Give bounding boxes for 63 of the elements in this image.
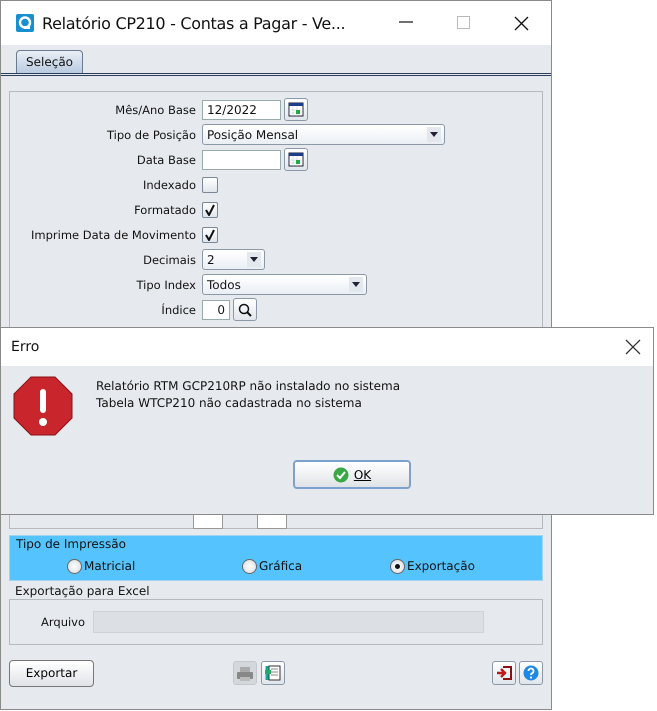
index-field[interactable]: 0: [202, 300, 230, 320]
close-icon: [514, 16, 529, 30]
input-field[interactable]: [193, 515, 223, 529]
app-logo-icon: [16, 14, 34, 32]
dropdown[interactable]: Posição Mensal: [202, 124, 445, 145]
settings-button[interactable]: [261, 661, 285, 685]
caret-icon: [247, 252, 261, 267]
date-field[interactable]: [202, 150, 281, 170]
calendar-button[interactable]: [284, 148, 308, 171]
error-message: Relatório RTM GCP210RP não instalado no sistema: [96, 379, 400, 393]
checkbox[interactable]: [202, 176, 218, 192]
settings-icon: [264, 664, 282, 682]
field-label: Arquivo: [41, 615, 86, 629]
calendar-icon: [288, 102, 304, 117]
tab[interactable]: Seleção: [16, 50, 84, 73]
search-icon: [238, 302, 252, 316]
help-icon: [523, 665, 539, 681]
group-title: Exportação para Excel: [14, 583, 151, 599]
radio-option[interactable]: Gráfica: [242, 558, 302, 574]
exit-icon: [496, 665, 512, 681]
error-icon: [13, 376, 73, 436]
export-button[interactable]: Exportar: [9, 660, 94, 686]
window-title: Relatório CP210 - Contas a Pagar - Ve...: [42, 14, 346, 32]
ok-button[interactable]: OK: [293, 460, 411, 489]
radio-option[interactable]: Matricial: [67, 558, 136, 574]
check-icon: [204, 228, 216, 240]
radio-option[interactable]: Exportação: [390, 558, 475, 574]
field-label: Data Base: [136, 152, 196, 166]
calendar-icon: [288, 152, 304, 167]
field-label: Índice: [160, 302, 196, 316]
checkbox[interactable]: [202, 202, 218, 218]
radio-button[interactable]: [390, 558, 405, 574]
field-label: Decimais: [142, 252, 196, 266]
help-button[interactable]: [519, 661, 543, 685]
dropdown-value: Todos: [207, 278, 241, 292]
input-field[interactable]: [257, 515, 287, 529]
dropdown-value: Posição Mensal: [207, 128, 298, 142]
date-field[interactable]: 12/2022: [202, 100, 281, 120]
check-icon: [332, 466, 349, 482]
dropdown-value: 2: [207, 252, 215, 266]
caret-icon: [427, 127, 441, 142]
printer-icon: [236, 665, 254, 681]
caret-icon: [349, 277, 363, 292]
dialog-title: Erro: [11, 339, 40, 355]
radio-button[interactable]: [67, 558, 82, 574]
field-label: Tipo de Posição: [106, 128, 196, 142]
field-label: Tipo Index: [135, 278, 196, 292]
search-button[interactable]: [233, 298, 257, 321]
calendar-button[interactable]: [284, 98, 308, 121]
field-label: Mês/Ano Base: [114, 102, 196, 116]
radio-button[interactable]: [242, 558, 257, 574]
error-message: Tabela WTCP210 não cadastrada no sistema: [96, 396, 363, 410]
close-icon: [625, 339, 641, 355]
maximize-icon: [457, 16, 470, 28]
group-title: Tipo de Impressão: [15, 536, 127, 552]
exit-button[interactable]: [492, 661, 516, 685]
dropdown[interactable]: Todos: [202, 274, 367, 295]
field-label: Formatado: [133, 202, 196, 216]
checkbox[interactable]: [202, 226, 218, 242]
check-icon: [204, 204, 216, 216]
field-label: Imprime Data de Movimento: [30, 228, 196, 242]
dropdown[interactable]: 2: [202, 249, 265, 270]
field-label: Indexado: [142, 178, 196, 192]
